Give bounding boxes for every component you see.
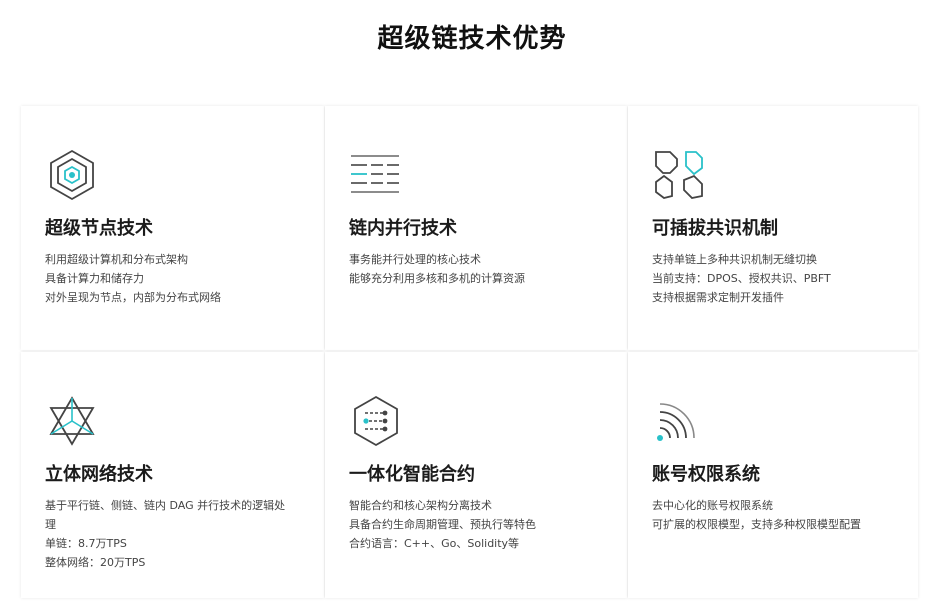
desc-line: 支持单链上多种共识机制无缝切换 bbox=[652, 253, 817, 266]
desc-line: 合约语言：C++、Go、Solidity等 bbox=[349, 537, 520, 550]
smart-contract-icon bbox=[349, 394, 403, 448]
card-description: 支持单链上多种共识机制无缝切换 当前支持：DPOS、授权共识、PBFT 支持根据… bbox=[652, 250, 907, 307]
desc-line: 支持根据需求定制开发插件 bbox=[652, 291, 784, 304]
desc-line: 基于平行链、侧链、链内 DAG 并行技术的逻辑处 bbox=[45, 499, 286, 512]
desc-line: 能够充分利用多核和多机的计算资源 bbox=[349, 272, 525, 285]
feature-card-smart-contract: 一体化智能合约 智能合约和核心架构分离技术 具备合约生命周期管理、预执行等特色 … bbox=[325, 352, 627, 598]
desc-line: 理 bbox=[45, 518, 56, 531]
card-description: 智能合约和核心架构分离技术 具备合约生命周期管理、预执行等特色 合约语言：C++… bbox=[349, 496, 604, 553]
desc-line: 具备合约生命周期管理、预执行等特色 bbox=[349, 518, 536, 531]
card-title: 可插拔共识机制 bbox=[652, 218, 778, 239]
desc-line: 具备计算力和储存力 bbox=[45, 272, 144, 285]
card-title: 链内并行技术 bbox=[349, 218, 457, 239]
feature-card-parallel: 链内并行技术 事务能并行处理的核心技术 能够充分利用多核和多机的计算资源 bbox=[325, 106, 627, 350]
feature-grid: 超级节点技术 利用超级计算机和分布式架构 具备计算力和储存力 对外呈现为节点，内… bbox=[0, 0, 944, 604]
desc-line: 对外呈现为节点，内部为分布式网络 bbox=[45, 291, 221, 304]
desc-line: 利用超级计算机和分布式架构 bbox=[45, 253, 188, 266]
desc-line: 智能合约和核心架构分离技术 bbox=[349, 499, 492, 512]
signal-permission-icon bbox=[652, 394, 706, 448]
hexagon-node-icon bbox=[45, 148, 99, 202]
star-network-icon bbox=[45, 394, 99, 448]
desc-line: 去中心化的账号权限系统 bbox=[652, 499, 773, 512]
card-description: 事务能并行处理的核心技术 能够充分利用多核和多机的计算资源 bbox=[349, 250, 604, 288]
card-description: 基于平行链、侧链、链内 DAG 并行技术的逻辑处 理 单链：8.7万TPS 整体… bbox=[45, 496, 300, 572]
feature-card-consensus: 可插拔共识机制 支持单链上多种共识机制无缝切换 当前支持：DPOS、授权共识、P… bbox=[628, 106, 918, 350]
desc-line: 整体网络：20万TPS bbox=[45, 556, 146, 569]
feature-card-permission: 账号权限系统 去中心化的账号权限系统 可扩展的权限模型，支持多种权限模型配置 bbox=[628, 352, 918, 598]
feature-card-network: 立体网络技术 基于平行链、侧链、链内 DAG 并行技术的逻辑处 理 单链：8.7… bbox=[21, 352, 324, 598]
desc-line: 可扩展的权限模型，支持多种权限模型配置 bbox=[652, 518, 861, 531]
desc-line: 当前支持：DPOS、授权共识、PBFT bbox=[652, 272, 831, 285]
card-description: 利用超级计算机和分布式架构 具备计算力和储存力 对外呈现为节点，内部为分布式网络 bbox=[45, 250, 300, 307]
card-title: 账号权限系统 bbox=[652, 464, 760, 485]
card-title: 一体化智能合约 bbox=[349, 464, 475, 485]
card-title: 立体网络技术 bbox=[45, 464, 153, 485]
desc-line: 单链：8.7万TPS bbox=[45, 537, 127, 550]
card-title: 超级节点技术 bbox=[45, 218, 153, 239]
parallel-lines-icon bbox=[349, 148, 403, 202]
feature-card-super-node: 超级节点技术 利用超级计算机和分布式架构 具备计算力和储存力 对外呈现为节点，内… bbox=[21, 106, 324, 350]
card-description: 去中心化的账号权限系统 可扩展的权限模型，支持多种权限模型配置 bbox=[652, 496, 907, 534]
pluggable-puzzle-icon bbox=[652, 148, 706, 202]
desc-line: 事务能并行处理的核心技术 bbox=[349, 253, 481, 266]
